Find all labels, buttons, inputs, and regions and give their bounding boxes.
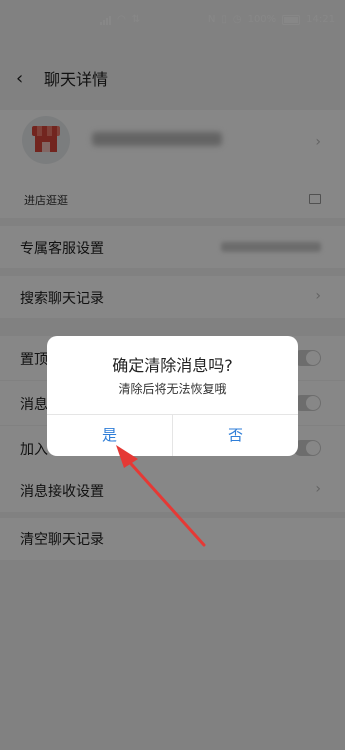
dialog-message: 清除后将无法恢复哦: [118, 382, 227, 396]
confirm-no-button[interactable]: 否: [173, 415, 298, 456]
confirm-yes-button[interactable]: 是: [47, 415, 172, 456]
dialog-title: 确定清除消息吗?: [112, 356, 233, 375]
confirm-dialog: 确定清除消息吗? 清除后将无法恢复哦 是 否: [47, 336, 298, 456]
